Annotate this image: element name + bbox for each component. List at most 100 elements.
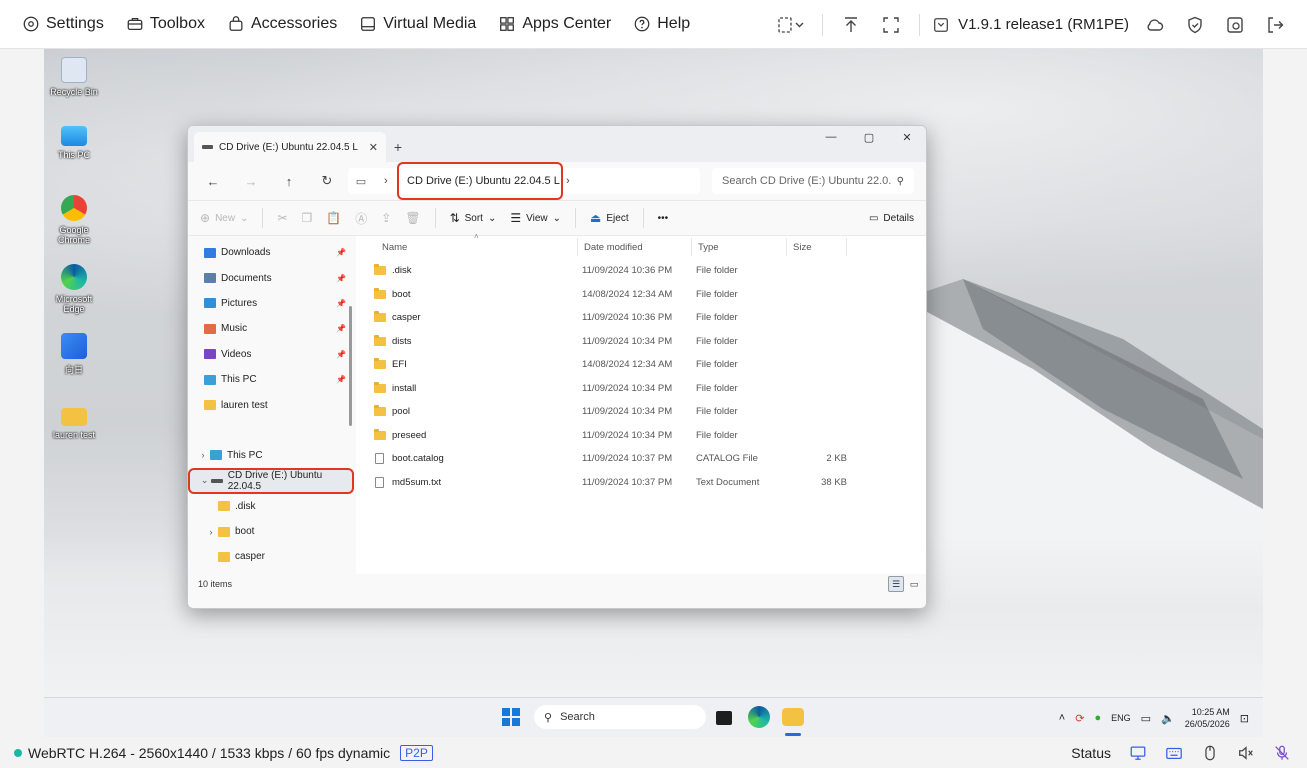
column-size[interactable]: Size: [787, 238, 847, 256]
desktop-icon-this-pc[interactable]: This PC: [44, 126, 104, 160]
desktop-icon-recycle-bin[interactable]: Recycle Bin: [44, 57, 104, 97]
screen-mode-dropdown[interactable]: [768, 7, 814, 43]
maximize-button[interactable]: ▢: [850, 126, 888, 148]
column-type[interactable]: Type: [692, 238, 787, 256]
virtual-media-menu[interactable]: Virtual Media: [359, 15, 476, 33]
taskbar-app-file-explorer[interactable]: [782, 708, 804, 726]
nav-item[interactable]: Videos 📌: [188, 342, 356, 367]
keyboard-button[interactable]: [1165, 744, 1183, 762]
monitor-button[interactable]: [1129, 744, 1147, 762]
volume-icon[interactable]: 🔈: [1161, 712, 1175, 725]
new-button[interactable]: ⊕ New ⌄: [200, 211, 248, 225]
settings-menu[interactable]: Settings: [22, 15, 104, 33]
plus-icon: ⊕: [200, 211, 211, 225]
cloud-button[interactable]: [1135, 7, 1175, 43]
file-row[interactable]: boot 14/08/2024 12:34 AM File folder: [356, 283, 926, 307]
security-button[interactable]: [1175, 7, 1215, 43]
start-button[interactable]: [502, 708, 520, 726]
details-button[interactable]: ▭ Details: [869, 213, 914, 224]
paste-button[interactable]: 📋: [326, 211, 341, 225]
file-row[interactable]: preseed 11/09/2024 10:34 PM File folder: [356, 424, 926, 448]
help-menu[interactable]: Help: [633, 15, 690, 33]
chevron-right-icon[interactable]: ›: [384, 175, 388, 187]
tiles-view-button[interactable]: ▭: [906, 576, 922, 592]
file-row[interactable]: dists 11/09/2024 10:34 PM File folder: [356, 330, 926, 354]
refresh-button[interactable]: ↻: [308, 167, 346, 195]
chevron-icon[interactable]: ›: [204, 527, 218, 537]
more-options-button[interactable]: •••: [658, 213, 669, 224]
nav-item[interactable]: Pictures 📌: [188, 291, 356, 316]
upload-button[interactable]: [831, 7, 871, 43]
close-window-button[interactable]: ✕: [888, 126, 926, 148]
tray-app-icon[interactable]: ⟳: [1075, 712, 1084, 725]
file-row[interactable]: pool 11/09/2024 10:34 PM File folder: [356, 400, 926, 424]
file-row[interactable]: EFI 14/08/2024 12:34 AM File folder: [356, 353, 926, 377]
chevron-icon[interactable]: ›: [196, 450, 210, 460]
file-row[interactable]: md5sum.txt 11/09/2024 10:37 PM Text Docume…: [356, 471, 926, 495]
taskbar-search[interactable]: ⚲ Search: [534, 705, 706, 729]
chevron-up-icon[interactable]: ˄: [1059, 712, 1065, 724]
eject-button[interactable]: ⏏ Eject: [590, 211, 629, 225]
network-icon[interactable]: ▭: [1141, 712, 1151, 725]
file-row[interactable]: install 11/09/2024 10:34 PM File folder: [356, 377, 926, 401]
nav-item-cd-drive[interactable]: ⌄ CD Drive (E:) Ubuntu 22.04.5: [188, 468, 354, 494]
close-tab-icon[interactable]: ✕: [369, 141, 378, 154]
nav-item[interactable]: Downloads 📌: [188, 240, 356, 265]
desktop-icon-chrome[interactable]: Google Chrome: [44, 195, 104, 245]
minimize-button[interactable]: —: [812, 126, 850, 148]
search-input[interactable]: Search CD Drive (E:) Ubuntu 22.0. ⚲: [712, 168, 914, 194]
nav-item[interactable]: Documents 📌: [188, 265, 356, 290]
nav-tree-item[interactable]: › boot: [188, 519, 356, 544]
nav-item[interactable]: lauren test: [188, 392, 356, 417]
desktop-icon-edge[interactable]: Microsoft Edge: [44, 264, 104, 314]
sort-button[interactable]: ⇅ Sort ⌄: [450, 211, 497, 225]
notification-icon[interactable]: ⊡: [1240, 712, 1249, 725]
cut-button[interactable]: ✂: [277, 211, 287, 225]
up-button[interactable]: ↑: [270, 167, 308, 195]
explorer-tab[interactable]: CD Drive (E:) Ubuntu 22.04.5 L ✕: [194, 132, 386, 162]
nav-tree-item[interactable]: casper: [188, 544, 356, 569]
language-indicator[interactable]: ENG: [1111, 713, 1131, 723]
nav-item[interactable]: Music 📌: [188, 316, 356, 341]
session-button[interactable]: [1215, 7, 1255, 43]
tray-app-icon[interactable]: ●: [1094, 712, 1101, 724]
view-button[interactable]: ☰ View ⌄: [510, 211, 561, 225]
mouse-button[interactable]: [1201, 744, 1219, 762]
chevron-icon[interactable]: ⌄: [198, 475, 211, 486]
desktop-icon-lauren-test[interactable]: lauren test: [44, 402, 104, 440]
nav-item[interactable]: This PC 📌: [188, 367, 356, 392]
desktop-icon-sunlogin[interactable]: 向日: [44, 333, 104, 376]
back-button[interactable]: ←: [194, 167, 232, 195]
nav-tree-item[interactable]: .disk: [188, 494, 356, 519]
fullscreen-button[interactable]: [871, 7, 911, 43]
copy-button[interactable]: ❐: [302, 211, 313, 225]
version-info[interactable]: V1.9.1 release1 (RM1PE): [932, 16, 1129, 34]
file-row[interactable]: .disk 11/09/2024 10:36 PM File folder: [356, 259, 926, 283]
remote-desktop[interactable]: Recycle Bin This PC Google Chrome Micros…: [44, 49, 1263, 737]
forward-button[interactable]: →: [232, 167, 270, 195]
taskbar-app-terminal[interactable]: [716, 711, 732, 725]
taskbar-app-edge[interactable]: [748, 706, 770, 728]
microphone-button[interactable]: [1273, 744, 1291, 762]
toolbox-menu[interactable]: Toolbox: [126, 15, 205, 33]
breadcrumb-cd-drive[interactable]: CD Drive (E:) Ubuntu 22.04.5 L: [397, 162, 563, 200]
nav-scrollbar[interactable]: [349, 306, 352, 426]
file-row[interactable]: boot.catalog 11/09/2024 10:37 PM CATALOG F…: [356, 447, 926, 471]
column-name[interactable]: Name: [356, 238, 578, 256]
status-button[interactable]: Status: [1071, 745, 1111, 761]
file-row[interactable]: casper 11/09/2024 10:36 PM File folder: [356, 306, 926, 330]
nav-tree-item[interactable]: › This PC: [188, 443, 356, 468]
column-date[interactable]: Date modified: [578, 238, 692, 256]
apps-center-menu[interactable]: Apps Center: [498, 15, 611, 33]
details-view-button[interactable]: ☰: [888, 576, 904, 592]
delete-button[interactable]: 🗑: [405, 211, 420, 225]
new-tab-button[interactable]: +: [386, 132, 410, 162]
audio-mute-button[interactable]: [1237, 744, 1255, 762]
pc-icon[interactable]: ▭: [346, 175, 376, 188]
accessories-menu[interactable]: Accessories: [227, 15, 337, 33]
share-button[interactable]: ⇪: [381, 211, 391, 225]
chevron-right-icon[interactable]: ›: [566, 175, 570, 187]
rename-button[interactable]: Ⓐ: [355, 210, 367, 227]
logout-button[interactable]: [1255, 7, 1295, 43]
clock[interactable]: 10:25 AM 26/05/2026: [1185, 706, 1230, 730]
